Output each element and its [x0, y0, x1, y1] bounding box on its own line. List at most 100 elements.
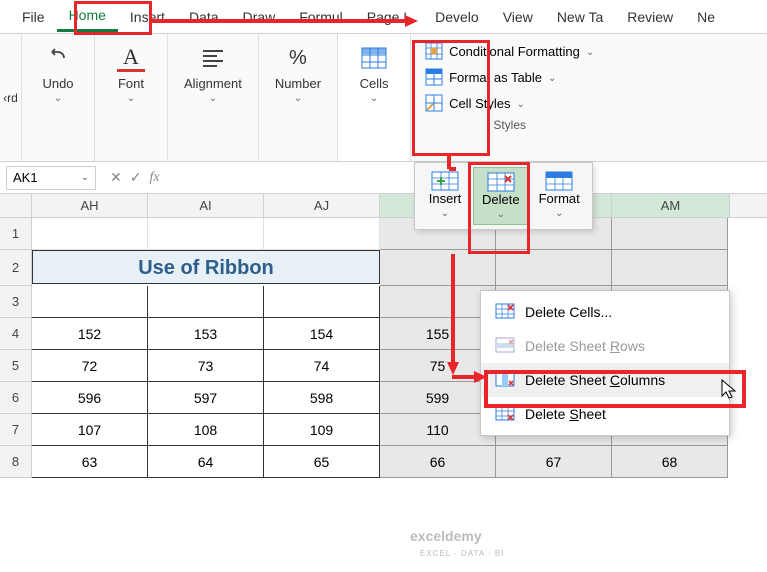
cell[interactable]: 598: [264, 382, 380, 414]
undo-button[interactable]: Undo ⌄: [28, 40, 88, 108]
cell[interactable]: 73: [148, 350, 264, 382]
cell[interactable]: [148, 218, 264, 250]
tab-data[interactable]: Data: [177, 3, 231, 31]
alignment-icon: [199, 44, 227, 72]
tab-review[interactable]: Review: [615, 3, 685, 31]
row-header[interactable]: 2: [0, 250, 32, 286]
name-box-value: AK1: [13, 170, 38, 185]
format-cells-button[interactable]: Format ⌄: [531, 167, 588, 225]
title-cell[interactable]: Use of Ribbon: [32, 250, 380, 284]
tab-view[interactable]: View: [491, 3, 545, 31]
cell[interactable]: 152: [32, 318, 148, 350]
cell[interactable]: 72: [32, 350, 148, 382]
chevron-down-icon: ⌄: [209, 93, 217, 104]
cancel-formula-button[interactable]: ✕: [110, 169, 122, 186]
tab-developer[interactable]: Develo: [423, 3, 491, 31]
tab-insert[interactable]: Insert: [118, 3, 177, 31]
styles-group: Conditional Formatting⌄ Format as Table⌄…: [411, 34, 608, 161]
column-headers: AH AI AJ AK AL AM: [0, 194, 767, 218]
cell[interactable]: [496, 250, 612, 286]
cell[interactable]: 109: [264, 414, 380, 446]
cell[interactable]: [32, 286, 148, 318]
fx-button[interactable]: fx: [149, 170, 159, 186]
chevron-down-icon: ⌄: [555, 208, 563, 219]
tab-home[interactable]: Home: [57, 1, 118, 32]
tab-file[interactable]: File: [10, 3, 57, 31]
tab-overflow[interactable]: Ne: [685, 3, 727, 31]
cond-format-label: Conditional Formatting: [449, 44, 580, 59]
cells-submenu: Insert ⌄ Delete ⌄ Format ⌄: [414, 162, 593, 230]
cell[interactable]: [148, 286, 264, 318]
col-header[interactable]: AJ: [264, 194, 380, 217]
cell[interactable]: [612, 218, 728, 250]
formula-bar: AK1 ⌄ ✕ ✓ fx: [0, 162, 767, 194]
cell[interactable]: 154: [264, 318, 380, 350]
cell[interactable]: 66: [380, 446, 496, 478]
delete-sheet-menuitem[interactable]: Delete Sheet: [481, 397, 729, 431]
select-all-corner[interactable]: [0, 194, 32, 217]
font-button[interactable]: A Font ⌄: [101, 40, 161, 108]
cell[interactable]: [32, 218, 148, 250]
delete-sheet-rows-menuitem[interactable]: Delete Sheet Rows: [481, 329, 729, 363]
cell[interactable]: 155: [380, 318, 496, 350]
col-header[interactable]: AM: [612, 194, 730, 217]
confirm-formula-button[interactable]: ✓: [130, 169, 142, 186]
tab-newtab[interactable]: New Ta: [545, 3, 615, 31]
row-header[interactable]: 7: [0, 414, 32, 446]
cell[interactable]: 64: [148, 446, 264, 478]
chevron-down-icon[interactable]: ⌄: [81, 172, 89, 183]
tab-draw[interactable]: Draw: [231, 3, 288, 31]
cell[interactable]: 107: [32, 414, 148, 446]
styles-caption: Styles: [419, 118, 600, 132]
cell[interactable]: 108: [148, 414, 264, 446]
row-header[interactable]: 4: [0, 318, 32, 350]
ribbon-scroll-left[interactable]: ‹rd: [0, 34, 22, 161]
cells-button[interactable]: Cells ⌄: [344, 40, 404, 108]
undo-label: Undo: [42, 76, 73, 91]
chevron-down-icon: ⌄: [497, 209, 505, 220]
cell[interactable]: [380, 250, 496, 286]
col-header[interactable]: AI: [148, 194, 264, 217]
cell-styles-button[interactable]: Cell Styles⌄: [419, 90, 600, 116]
insert-cells-button[interactable]: Insert ⌄: [419, 167, 471, 225]
conditional-formatting-button[interactable]: Conditional Formatting⌄: [419, 38, 600, 64]
delete-cells-button[interactable]: Delete ⌄: [473, 167, 529, 225]
format-as-table-button[interactable]: Format as Table⌄: [419, 64, 600, 90]
row-header[interactable]: 8: [0, 446, 32, 478]
name-box[interactable]: AK1 ⌄: [6, 166, 96, 190]
number-button[interactable]: % Number ⌄: [265, 40, 331, 108]
cell[interactable]: 65: [264, 446, 380, 478]
cell[interactable]: [264, 218, 380, 250]
delete-sheet-columns-menuitem[interactable]: Delete Sheet Columns: [481, 363, 729, 397]
cell[interactable]: 67: [496, 446, 612, 478]
tab-pagelayout[interactable]: Page L: [355, 3, 423, 31]
cell[interactable]: [264, 286, 380, 318]
row-header[interactable]: 3: [0, 286, 32, 318]
conditional-formatting-icon: [425, 42, 443, 60]
col-header[interactable]: AH: [32, 194, 148, 217]
chevron-down-icon: ⌄: [370, 93, 378, 104]
cell[interactable]: 74: [264, 350, 380, 382]
row-header[interactable]: 5: [0, 350, 32, 382]
cell[interactable]: 153: [148, 318, 264, 350]
watermark: exceldemy: [410, 528, 482, 544]
alignment-button[interactable]: Alignment ⌄: [174, 40, 252, 108]
delete-sheet-label: Delete Sheet: [525, 406, 606, 422]
cell[interactable]: 599: [380, 382, 496, 414]
tab-formulas[interactable]: Formul: [287, 3, 355, 31]
delete-sheet-icon: [495, 405, 515, 423]
cell[interactable]: 75: [380, 350, 496, 382]
delete-cells-menuitem[interactable]: Delete Cells...: [481, 295, 729, 329]
row-header[interactable]: 1: [0, 218, 32, 250]
cell[interactable]: [612, 250, 728, 286]
delete-dropdown-menu: Delete Cells... Delete Sheet Rows Delete…: [480, 290, 730, 436]
cell[interactable]: 63: [32, 446, 148, 478]
row-header[interactable]: 6: [0, 382, 32, 414]
cell[interactable]: [380, 286, 496, 318]
cell[interactable]: 110: [380, 414, 496, 446]
cell[interactable]: 597: [148, 382, 264, 414]
cell[interactable]: 596: [32, 382, 148, 414]
delete-cells-icon: [495, 303, 515, 321]
cell[interactable]: 68: [612, 446, 728, 478]
font-icon: A: [117, 44, 145, 72]
